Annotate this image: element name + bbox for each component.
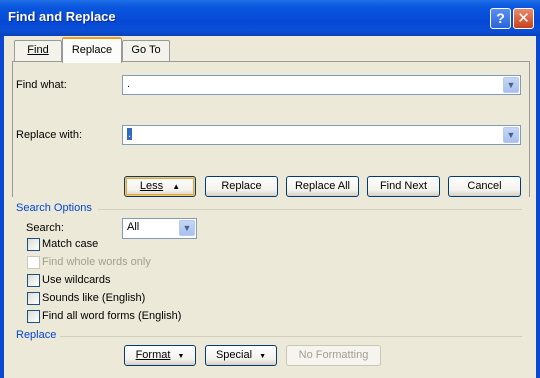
tab-goto[interactable]: Go To [122,40,170,61]
format-button[interactable]: Format ▼ [124,345,196,366]
search-direction-select[interactable]: All ▼ [122,218,197,239]
cancel-button[interactable]: Cancel [448,176,521,197]
whole-words-checkbox [27,256,40,269]
find-what-label: Find what: [16,79,67,91]
search-label: Search: [26,222,64,234]
dialog-title: Find and Replace [8,9,116,24]
format-button-label: Format [135,349,171,361]
chevron-down-icon[interactable]: ▼ [503,77,519,93]
find-what-combobox[interactable]: . ▼ [122,75,521,95]
special-button-label: Special [215,349,253,361]
special-button[interactable]: Special ▼ [205,345,277,366]
replace-button-label: Replace [221,180,262,192]
replace-with-combobox[interactable]: . ▼ [122,125,521,145]
replace-with-value: . [127,128,133,140]
chevron-down-icon[interactable]: ▼ [503,127,519,143]
replace-button[interactable]: Replace [205,176,278,197]
tab-goto-label: Go To [131,44,161,56]
match-case-checkbox[interactable] [27,238,40,251]
help-icon[interactable]: ? [490,8,511,29]
tab-replace[interactable]: Replace [62,37,122,63]
replace-all-button-label: Replace All [294,180,351,192]
chevron-down-icon: ▼ [177,353,185,360]
chevron-down-icon: ▼ [259,353,267,360]
close-icon[interactable]: ✕ [513,8,534,29]
no-formatting-button-label: No Formatting [298,349,369,361]
chevron-down-icon[interactable]: ▼ [179,220,195,236]
match-case-label[interactable]: Match case [42,238,98,250]
find-next-button[interactable]: Find Next [367,176,440,197]
tab-find-label: Find [27,44,49,56]
triangle-up-icon: ▲ [172,182,181,191]
sounds-like-checkbox[interactable] [27,292,40,305]
find-next-button-label: Find Next [379,180,428,192]
search-direction-value: All [127,221,140,233]
less-button[interactable]: Less ▲ [124,176,196,197]
replace-section-divider [60,336,522,337]
title-bar[interactable]: Find and Replace ? ✕ [0,0,540,36]
find-what-value: . [127,78,131,90]
search-options-divider [98,209,522,210]
sounds-like-label[interactable]: Sounds like (English) [42,292,145,304]
window-frame-right [536,36,540,378]
tab-replace-label: Replace [71,44,113,56]
search-options-heading: Search Options [16,202,92,214]
find-replace-dialog: Find and Replace ? ✕ Find Replace Go To … [0,0,540,378]
no-formatting-button: No Formatting [286,345,381,366]
whole-words-label: Find whole words only [42,256,151,268]
word-forms-label[interactable]: Find all word forms (English) [42,310,181,322]
replace-section-heading: Replace [16,329,57,341]
use-wildcards-label[interactable]: Use wildcards [42,274,110,286]
less-button-label: Less [139,180,164,192]
use-wildcards-checkbox[interactable] [27,274,40,287]
replace-all-button[interactable]: Replace All [286,176,359,197]
word-forms-checkbox[interactable] [27,310,40,323]
cancel-button-label: Cancel [467,180,502,192]
tab-find[interactable]: Find [14,40,62,61]
replace-with-label: Replace with: [16,129,83,141]
